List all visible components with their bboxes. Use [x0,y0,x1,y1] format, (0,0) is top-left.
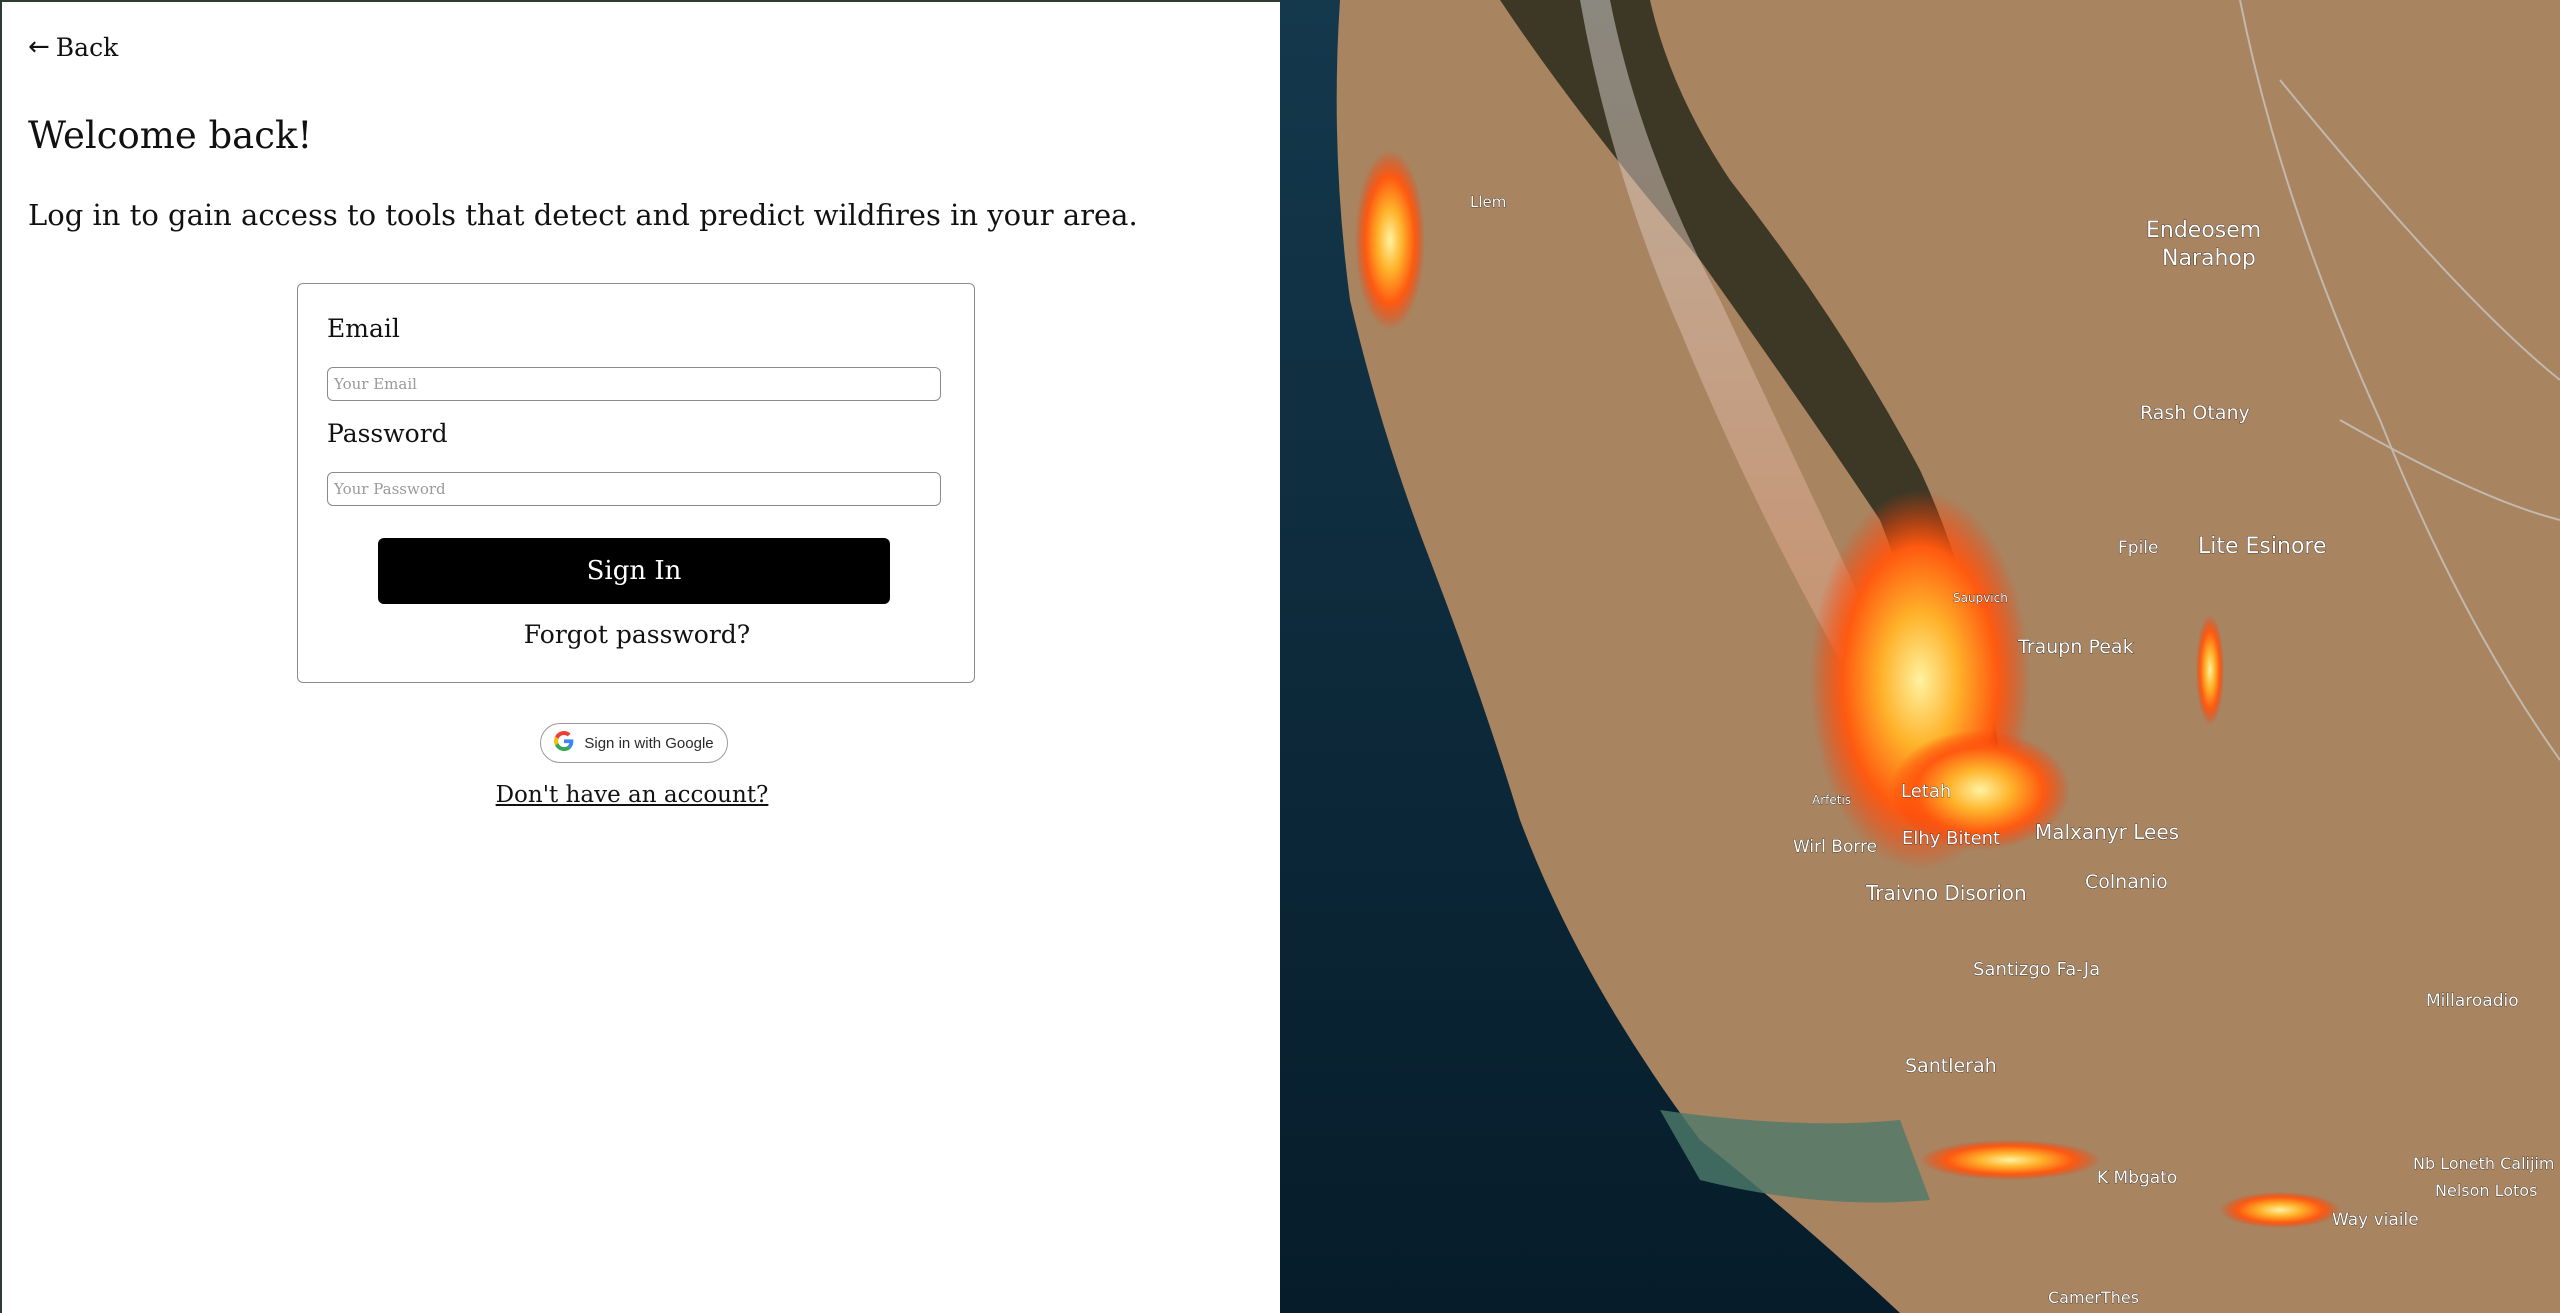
google-logo-icon [554,731,574,755]
map-label: Nb Loneth Calijim [2413,1154,2554,1173]
map-label: Fpile [2118,538,2158,558]
map-label: Malxanyr Lees [2035,820,2179,844]
forgot-password-link[interactable]: Forgot password? [298,620,976,649]
map-label: CamerThes [2048,1288,2139,1307]
login-panel: ← Back Welcome back! Log in to gain acce… [0,0,1280,1313]
map-label: Arfetis [1812,793,1851,807]
wildfire-satellite-image: Llem Endeosem Narahop Rash Otany Fpile L… [1280,0,2560,1313]
arrow-left-icon: ← [28,32,50,62]
back-label: Back [55,32,119,62]
map-label: Elhy Bitent [1902,828,2000,849]
page-subtitle: Log in to gain access to tools that dete… [28,198,1138,232]
password-label: Password [327,419,448,448]
map-label: Wirl Borre [1793,837,1877,857]
map-label: Way viaile [2332,1210,2419,1230]
east-fire [2196,615,2224,725]
map-label: Letah [1901,781,1951,802]
map-label: Traupn Peak [2017,636,2134,658]
map-label: Millaroadio [2426,991,2519,1011]
map-label: Nelson Lotos [2435,1181,2537,1200]
google-sign-in-button[interactable]: Sign in with Google [540,723,728,763]
map-label: Traivno Disorion [1865,881,2027,905]
south-fire [2220,1192,2340,1228]
coast-fire [1920,1140,2100,1180]
page-title: Welcome back! [28,114,313,157]
map-label: K Mbgato [2097,1168,2177,1188]
password-field[interactable] [327,472,941,506]
map-label: Lite Esinore [2198,534,2327,559]
sign-in-button[interactable]: Sign In [378,538,890,604]
map-label: Santizgo Fa-Ja [1973,959,2100,980]
map-label: Colnanio [2085,871,2168,893]
google-sign-in-label: Sign in with Google [584,734,714,752]
email-field[interactable] [327,367,941,401]
north-fire [1355,150,1425,330]
satellite-map: Llem Endeosem Narahop Rash Otany Fpile L… [1280,0,2560,1313]
map-label: Endeosem [2146,218,2261,243]
map-label: Santlerah [1905,1055,1997,1077]
login-card: Email Password Sign In Forgot password? [297,283,975,683]
back-link[interactable]: ← Back [28,32,118,62]
map-label: Rash Otany [2140,402,2250,424]
map-label: Llem [1470,193,1506,211]
map-label: Narahop [2162,246,2256,271]
map-label: Saupvich [1953,591,2008,605]
email-label: Email [327,314,400,343]
sign-up-link[interactable]: Don't have an account? [2,782,1262,808]
